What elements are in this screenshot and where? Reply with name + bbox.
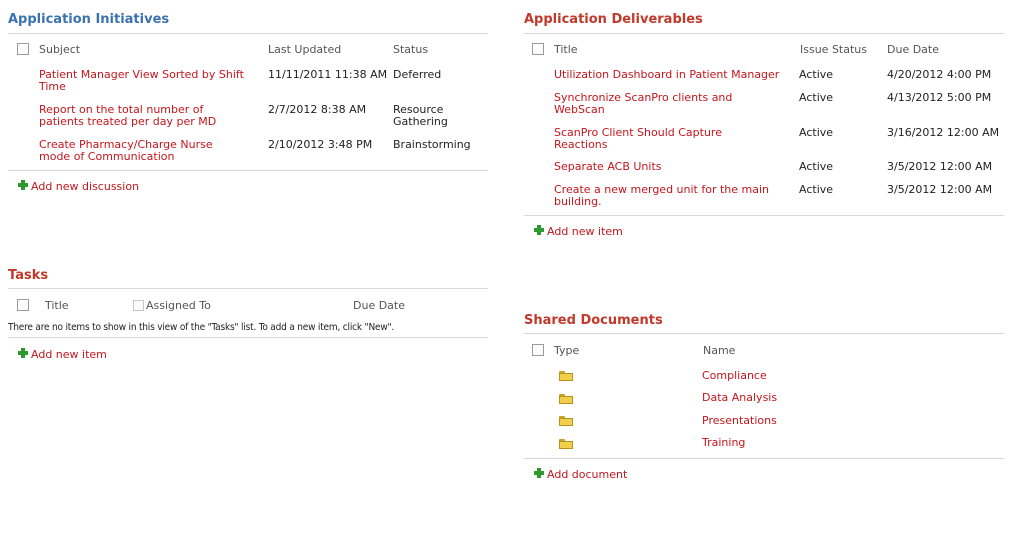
documents-panel: Shared Documents Type Name Compliance Da… xyxy=(520,305,1006,485)
deliverable-issue-status: Active xyxy=(799,126,834,139)
document-folder-link[interactable]: Presentations xyxy=(702,415,777,427)
column-header-title[interactable]: Title xyxy=(554,43,578,56)
column-header-issue-status[interactable]: Issue Status xyxy=(800,43,867,56)
assigned-to-filter-checkbox xyxy=(133,300,144,311)
divider xyxy=(8,170,488,171)
select-all-checkbox[interactable] xyxy=(532,43,544,55)
deliverable-title-link[interactable]: Synchronize ScanPro clients and WebScan xyxy=(554,92,754,116)
column-header-last-updated[interactable]: Last Updated xyxy=(268,43,341,56)
deliverables-title[interactable]: Application Deliverables xyxy=(524,12,703,28)
divider xyxy=(8,337,488,338)
divider xyxy=(8,33,488,34)
tasks-panel: Tasks Title Assigned To Due Date There a… xyxy=(0,260,490,370)
add-new-task-link[interactable]: Add new item xyxy=(18,348,107,361)
initiative-last-updated: 2/10/2012 3:48 PM xyxy=(268,138,373,151)
initiative-subject-link[interactable]: Report on the total number of patients t… xyxy=(39,104,239,128)
divider xyxy=(524,215,1004,216)
folder-icon xyxy=(559,371,573,381)
initiative-last-updated: 2/7/2012 8:38 AM xyxy=(268,103,367,116)
column-header-assigned-to[interactable]: Assigned To xyxy=(146,299,211,312)
deliverable-issue-status: Active xyxy=(799,91,834,104)
add-new-task-label: Add new item xyxy=(31,348,107,361)
column-header-due-date[interactable]: Due Date xyxy=(353,299,405,312)
deliverable-due-date: 4/13/2012 5:00 PM xyxy=(887,91,992,104)
add-new-item-link[interactable]: Add new item xyxy=(534,225,623,238)
divider xyxy=(524,33,1004,34)
document-folder-link[interactable]: Compliance xyxy=(702,370,767,382)
select-all-checkbox[interactable] xyxy=(17,43,29,55)
divider xyxy=(8,288,488,289)
select-all-checkbox[interactable] xyxy=(532,344,544,356)
deliverable-title-link[interactable]: Create a new merged unit for the main bu… xyxy=(554,184,779,208)
initiative-status: Brainstorming xyxy=(393,138,471,151)
initiative-status: Resource Gathering xyxy=(393,103,448,128)
column-header-due-date[interactable]: Due Date xyxy=(887,43,939,56)
deliverables-panel: Application Deliverables Title Issue Sta… xyxy=(520,0,1006,245)
initiatives-panel: Application Initiatives Subject Last Upd… xyxy=(0,0,490,200)
deliverable-title-link[interactable]: Utilization Dashboard in Patient Manager xyxy=(554,69,794,81)
folder-icon xyxy=(559,416,573,426)
deliverable-due-date: 3/16/2012 12:00 AM xyxy=(887,126,1000,139)
add-new-discussion-label: Add new discussion xyxy=(31,180,140,193)
initiatives-title[interactable]: Application Initiatives xyxy=(8,12,169,28)
folder-icon xyxy=(559,394,573,404)
deliverable-due-date: 4/20/2012 4:00 PM xyxy=(887,68,992,81)
column-header-type[interactable]: Type xyxy=(554,344,579,357)
deliverable-issue-status: Active xyxy=(799,68,834,81)
empty-list-message: There are no items to show in this view … xyxy=(8,322,395,333)
add-plus-icon xyxy=(18,348,28,358)
initiative-status: Deferred xyxy=(393,68,442,81)
documents-title[interactable]: Shared Documents xyxy=(524,313,663,329)
column-header-status[interactable]: Status xyxy=(393,43,428,56)
divider xyxy=(524,333,1004,334)
deliverable-title-link[interactable]: Separate ACB Units xyxy=(554,161,754,173)
add-new-item-label: Add new item xyxy=(547,225,623,238)
column-header-subject[interactable]: Subject xyxy=(39,43,80,56)
column-header-title[interactable]: Title xyxy=(45,299,69,312)
initiative-last-updated: 11/11/2011 11:38 AM xyxy=(268,68,388,81)
add-plus-icon xyxy=(18,180,28,190)
initiative-subject-link[interactable]: Create Pharmacy/Charge Nurse mode of Com… xyxy=(39,139,229,163)
column-header-name[interactable]: Name xyxy=(703,344,735,357)
select-all-checkbox[interactable] xyxy=(17,299,29,311)
initiative-subject-link[interactable]: Patient Manager View Sorted by Shift Tim… xyxy=(39,69,254,93)
deliverable-due-date: 3/5/2012 12:00 AM xyxy=(887,183,993,196)
add-plus-icon xyxy=(534,225,544,235)
add-document-label: Add document xyxy=(547,468,628,481)
deliverable-due-date: 3/5/2012 12:00 AM xyxy=(887,160,993,173)
deliverable-title-link[interactable]: ScanPro Client Should Capture Reactions xyxy=(554,127,739,151)
add-document-link[interactable]: Add document xyxy=(534,468,627,481)
deliverable-issue-status: Active xyxy=(799,160,834,173)
tasks-title[interactable]: Tasks xyxy=(8,268,48,284)
document-folder-link[interactable]: Training xyxy=(702,437,745,449)
add-plus-icon xyxy=(534,468,544,478)
folder-icon xyxy=(559,439,573,449)
add-new-discussion-link[interactable]: Add new discussion xyxy=(18,180,139,193)
document-folder-link[interactable]: Data Analysis xyxy=(702,392,777,404)
deliverable-issue-status: Active xyxy=(799,183,834,196)
divider xyxy=(524,458,1004,459)
